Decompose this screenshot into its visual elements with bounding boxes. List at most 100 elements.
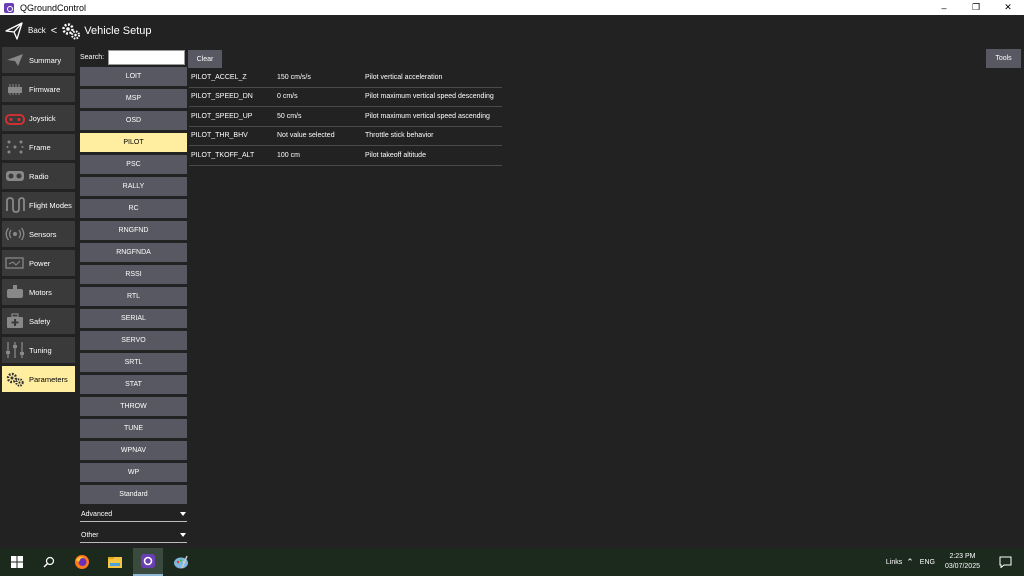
windows-start-icon[interactable] [0,548,34,576]
chevron-down-icon [180,512,186,516]
param-value: 100 cm [277,151,300,159]
group-button-rngfnd[interactable]: RNGFND [80,221,187,240]
window-title: QGroundControl [20,2,87,13]
sensors-icon [5,226,25,242]
sidebar-item-parameters[interactable]: Parameters [2,366,75,392]
group-button-osd[interactable]: OSD [80,111,187,130]
sidebar-item-label: Motors [29,287,52,297]
parameters-icon [5,371,25,387]
joystick-icon [5,110,25,126]
sidebar-item-power[interactable]: Power [2,250,75,276]
search-icon[interactable] [34,548,64,576]
group-button-psc[interactable]: PSC [80,155,187,174]
sidebar-item-flight-modes[interactable]: Flight Modes [2,192,75,218]
links-toolbar[interactable]: Links [886,559,902,566]
frame-icon [5,139,25,155]
param-name: PILOT_ACCEL_Z [191,73,247,81]
table-row[interactable]: PILOT_THR_BHV Not value selected Throttl… [189,127,502,146]
radio-icon [5,168,25,184]
param-description: Pilot maximum vertical speed descending [365,93,494,101]
sidebar-item-summary[interactable]: Summary [2,47,75,73]
group-button-rssi[interactable]: RSSI [80,265,187,284]
sidebar-item-tuning[interactable]: Tuning [2,337,75,363]
window-titlebar: QGroundControl – ❐ ✕ [0,0,1024,15]
notification-icon[interactable] [992,556,1018,568]
sidebar-item-label: Radio [29,171,49,181]
sidebar-item-label: Firmware [29,84,61,94]
group-button-msp[interactable]: MSP [80,89,187,108]
sidebar-item-firmware[interactable]: Firmware [2,76,75,102]
breadcrumb-separator: < [50,24,58,37]
group-button-srtl[interactable]: SRTL [80,353,187,372]
sidebar-item-frame[interactable]: Frame [2,134,75,160]
group-button-tune[interactable]: TUNE [80,419,187,438]
clock[interactable]: 2:23 PM 03/07/2025 [945,552,980,572]
flight-modes-icon [5,197,25,213]
clear-button[interactable]: Clear [188,50,222,68]
table-row[interactable]: PILOT_SPEED_DN 0 cm/s Pilot maximum vert… [189,88,502,107]
group-button-throw[interactable]: THROW [80,397,187,416]
table-row[interactable]: PILOT_TKOFF_ALT 100 cm Pilot takeoff alt… [189,146,502,166]
system-tray: Links ⌃ ENG 2:23 PM 03/07/2025 [886,548,1024,576]
qgc-app-icon [4,2,14,13]
clock-date: 03/07/2025 [944,563,980,570]
advanced-dropdown-label: Advanced [81,510,113,518]
chevron-down-icon [180,533,186,537]
restore-button[interactable]: ❐ [960,0,992,15]
group-button-rngfnda[interactable]: RNGFNDA [80,243,187,262]
close-button[interactable]: ✕ [992,0,1024,15]
group-button-rc[interactable]: RC [80,199,187,218]
param-value: 0 cm/s [277,93,298,101]
sidebar-item-label: Frame [29,142,51,152]
sidebar-item-label: Sensors [29,229,57,239]
sidebar-item-label: Summary [29,55,62,65]
file-explorer-icon[interactable] [100,548,130,576]
parameter-table: PILOT_ACCEL_Z 150 cm/s/s Pilot vertical … [189,68,502,166]
group-button-loit[interactable]: LOIT [80,67,187,86]
advanced-dropdown[interactable]: Advanced [80,507,187,522]
power-icon [5,255,25,271]
search-label: Search: [80,54,105,61]
group-button-stat[interactable]: STAT [80,375,187,394]
sidebar-item-label: Joystick [29,113,56,123]
param-value: 150 cm/s/s [277,73,311,81]
sidebar-item-sensors[interactable]: Sensors [2,221,75,247]
parameter-group-list: LOIT MSP OSD PILOT PSC RALLY RC RNGFND R… [80,67,187,507]
sidebar-item-safety[interactable]: Safety [2,308,75,334]
summary-icon [5,52,25,68]
sidebar-item-label: Tuning [29,345,52,355]
qgroundcontrol-taskbar-icon[interactable] [133,548,163,576]
back-button[interactable]: Back [28,26,46,35]
param-description: Pilot vertical acceleration [365,73,443,81]
table-row[interactable]: PILOT_ACCEL_Z 150 cm/s/s Pilot vertical … [189,68,502,88]
paper-plane-icon[interactable] [4,21,24,41]
other-dropdown[interactable]: Other [80,528,187,543]
tools-button[interactable]: Tools [986,49,1021,68]
language-indicator[interactable]: ENG [920,559,935,566]
group-button-serial[interactable]: SERIAL [80,309,187,328]
sidebar-item-radio[interactable]: Radio [2,163,75,189]
group-button-servo[interactable]: SERVO [80,331,187,350]
top-toolbar: Back < Vehicle Setup [0,15,1024,46]
group-button-pilot[interactable]: PILOT [80,133,187,152]
chevron-up-icon[interactable]: ⌃ [906,557,914,568]
param-value: Not value selected [277,132,335,140]
sidebar-item-label: Flight Modes [29,200,72,210]
gears-icon [62,22,81,39]
group-button-rtl[interactable]: RTL [80,287,187,306]
firefox-icon[interactable] [67,548,97,576]
param-name: PILOT_SPEED_UP [191,112,253,120]
paint-icon[interactable] [166,548,196,576]
param-name: PILOT_SPEED_DN [191,93,253,101]
windows-taskbar: Links ⌃ ENG 2:23 PM 03/07/2025 [0,548,1024,576]
group-button-standard[interactable]: Standard [80,485,187,504]
table-row[interactable]: PILOT_SPEED_UP 50 cm/s Pilot maximum ver… [189,107,502,127]
sidebar-item-motors[interactable]: Motors [2,279,75,305]
group-button-wpnav[interactable]: WPNAV [80,441,187,460]
group-button-rally[interactable]: RALLY [80,177,187,196]
minimize-button[interactable]: – [928,0,960,15]
setup-sidebar: Summary Firmware Joystick Frame Radio Fl… [2,47,75,395]
group-button-wp[interactable]: WP [80,463,187,482]
sidebar-item-joystick[interactable]: Joystick [2,105,75,131]
search-input[interactable] [108,50,186,65]
